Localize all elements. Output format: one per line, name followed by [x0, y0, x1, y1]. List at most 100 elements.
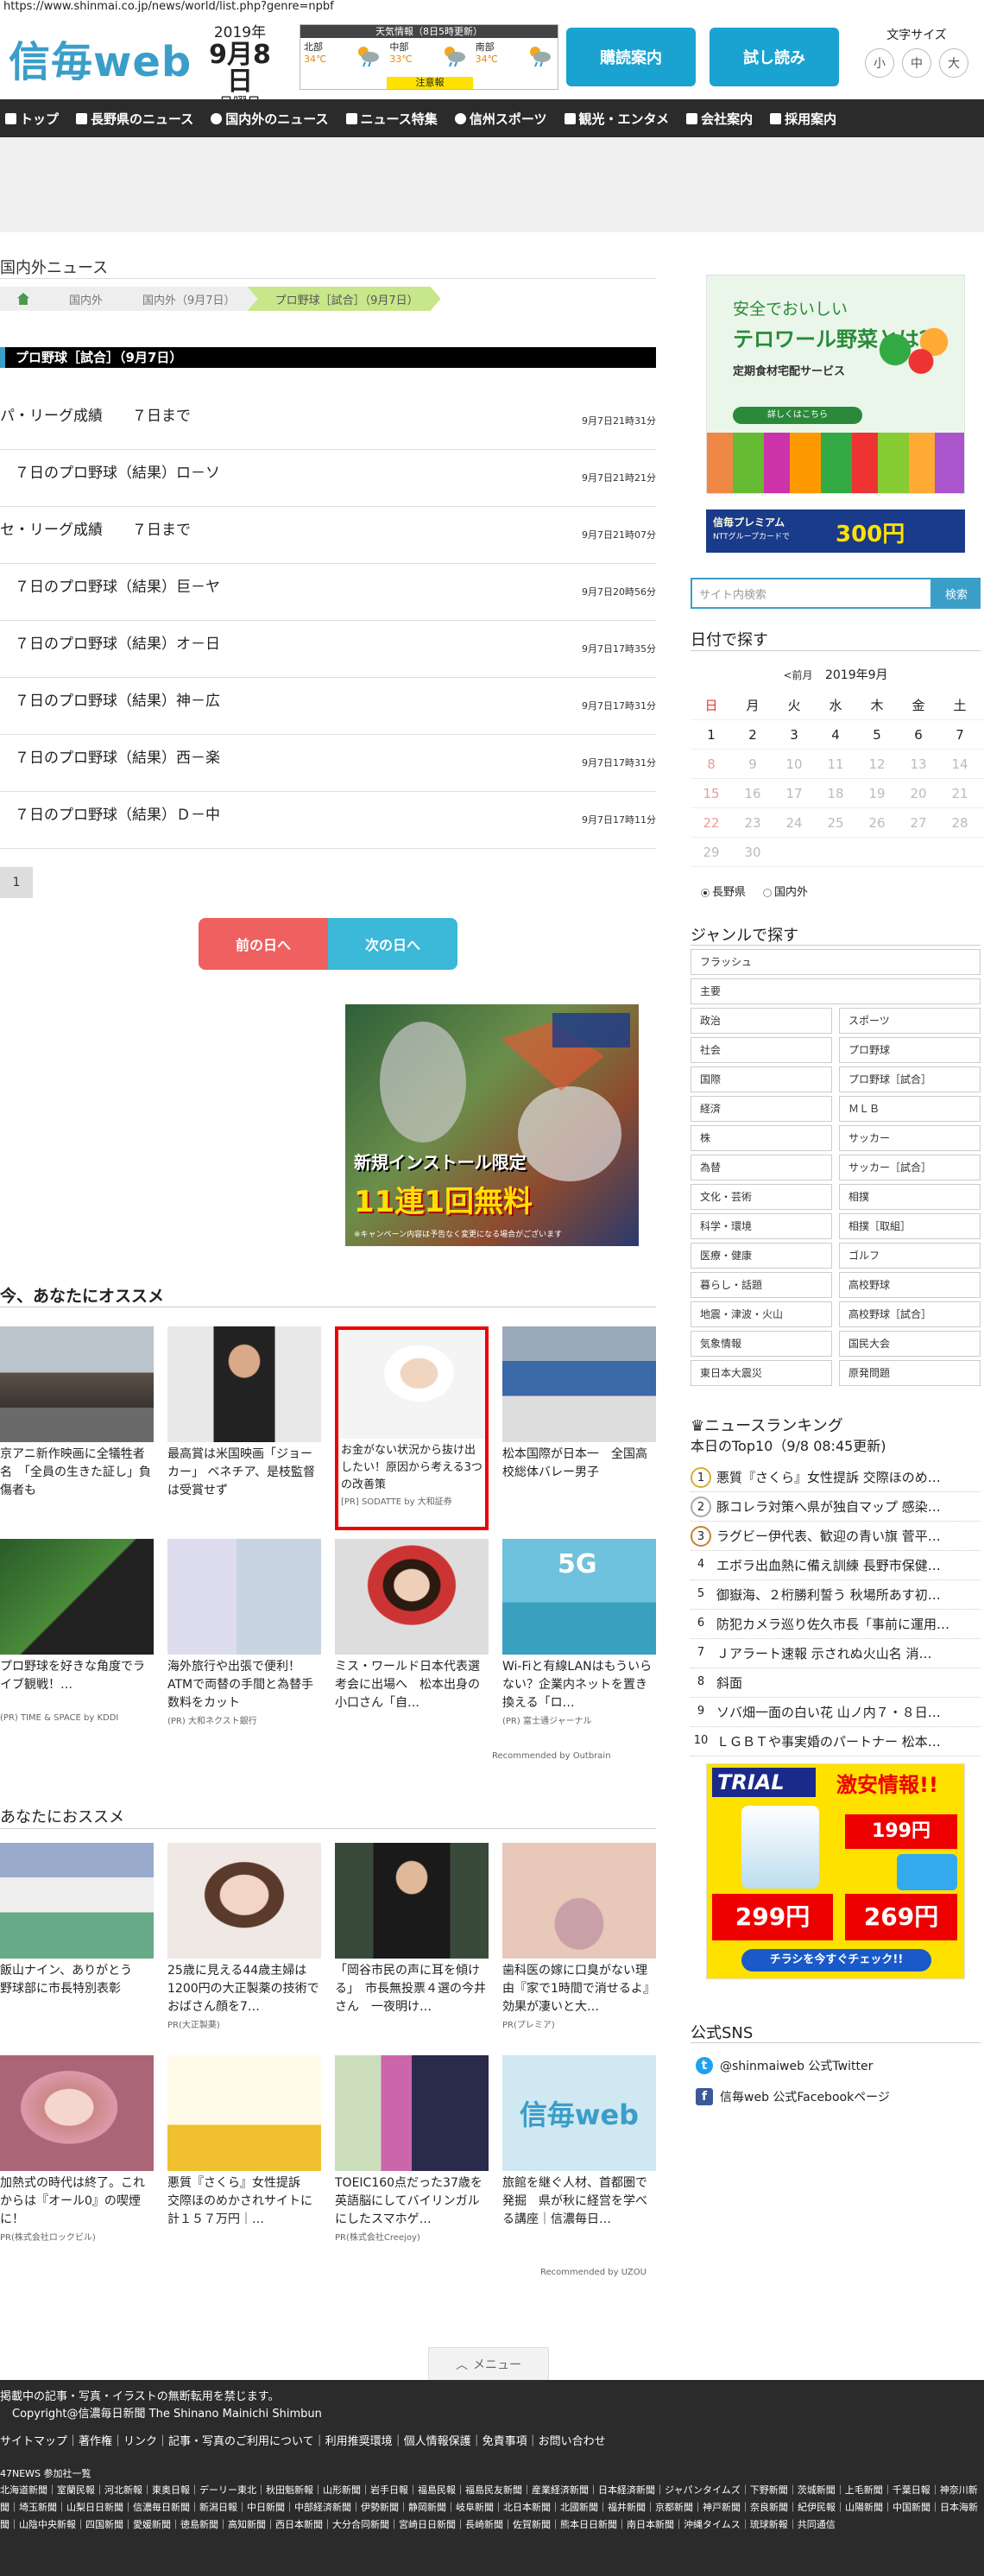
genre-item[interactable]: 社会 [691, 1037, 832, 1063]
card-title[interactable]: ミス・ワールド日本代表選考会に出場へ 松本出身の小口さん「自… [335, 1658, 489, 1713]
news-title[interactable]: ７日のプロ野球（結果）神－広 [0, 688, 220, 710]
trial-read-button[interactable]: 試し読み [710, 28, 839, 86]
ranking-text[interactable]: ソバ畑一面の白い花 山ノ内７・８日… [716, 1703, 941, 1721]
news-item[interactable]: ７日のプロ野球（結果）オ－日 9月7日17時35分 [0, 621, 656, 678]
card-title[interactable]: 加熱式の時代は終了。これからは『オール0』の喫煙に！ [0, 2174, 154, 2230]
card-title[interactable]: 悪質『さくら』女性提訴 交際ほのめかされサイトに計１５７万円｜… [167, 2174, 321, 2230]
ranking-item[interactable]: 6 防犯カメラ巡り佐久市長「事前に運用… [691, 1610, 981, 1639]
recommend-card[interactable]: 京アニ新作映画に全犠牲者名 「全員の生きた証し」負傷者も [0, 1326, 154, 1530]
ranking-item[interactable]: 4 エボラ出血熱に備え訓練 長野市保健… [691, 1551, 981, 1580]
ranking-text[interactable]: 防犯カメラ巡り佐久市長「事前に運用… [716, 1615, 949, 1633]
genre-item[interactable]: 文化・芸術 [691, 1184, 832, 1210]
card-title[interactable]: Wi-Fiと有線LANはもういらない？企業内ネットを置き換える「ロ… [502, 1658, 656, 1713]
genre-item[interactable]: 主要 [691, 978, 981, 1004]
recommend-card[interactable]: 「岡谷市民の声に耳を傾ける」 市長無投票４選の今井さん 一夜明け… [335, 1843, 489, 2047]
genre-item[interactable]: 国民大会 [839, 1331, 981, 1357]
card-title[interactable]: プロ野球を好きな角度でライブ観戦！… [0, 1658, 154, 1713]
region-radio-world[interactable]: 国内外 [763, 883, 808, 899]
ranking-text[interactable]: Ｊアラート速報 示されぬ火山名 消… [716, 1644, 932, 1662]
ranking-item[interactable]: 7 Ｊアラート速報 示されぬ火山名 消… [691, 1639, 981, 1668]
region-radio-nagano[interactable]: 長野県 [701, 883, 746, 899]
ranking-text[interactable]: 斜面 [716, 1674, 742, 1692]
ranking-item[interactable]: 9 ソバ畑一面の白い花 山ノ内７・８日… [691, 1698, 981, 1727]
ranking-item[interactable]: 5 御嶽海、２桁勝利誓う 秋場所あす初… [691, 1580, 981, 1610]
search-input[interactable]: サイト内検索 [691, 578, 932, 609]
next-day-button[interactable]: 次の日へ [328, 918, 457, 970]
card-title[interactable]: 京アニ新作映画に全犠牲者名 「全員の生きた証し」負傷者も [0, 1446, 154, 1501]
genre-item[interactable]: 経済 [691, 1096, 832, 1122]
recommend-card[interactable]: 最高賞は米国映画「ジョーカー」 ベネチア、是枝監督は受賞せず [167, 1326, 321, 1530]
calendar-day[interactable]: 7 [939, 720, 981, 749]
search-button[interactable]: 検索 [932, 578, 981, 609]
nav-item-recruit[interactable]: 採用案内 [770, 110, 836, 128]
recommend-card[interactable]: 海外旅行や出張で便利！ATMで両替の手間と為替手数料をカット (PR) 大和ネク… [167, 1539, 321, 1743]
trial-ad[interactable]: TRIAL 激安情報!! 199円 299円 269円 チラシを今すぐチェック!… [706, 1763, 965, 1979]
calendar-day[interactable]: 4 [815, 720, 856, 749]
nav-item-features[interactable]: ニュース特集 [345, 110, 438, 128]
facebook-link[interactable]: f 信毎web 公式Facebookページ [691, 2081, 981, 2112]
genre-item[interactable]: サッカー [839, 1125, 981, 1151]
genre-item[interactable]: プロ野球［試合］ [839, 1066, 981, 1092]
ranking-item[interactable]: 1 悪質『さくら』女性提訴 交際ほのめ… [691, 1463, 981, 1492]
card-title[interactable]: 「岡谷市民の声に耳を傾ける」 市長無投票４選の今井さん 一夜明け… [335, 1962, 489, 2017]
genre-item[interactable]: スポーツ [839, 1008, 981, 1034]
weather-alert-badge[interactable]: 注意報 [387, 77, 473, 89]
news-item[interactable]: パ・リーグ成績 ７日まで 9月7日21時31分 [0, 393, 656, 450]
card-title[interactable]: 25歳に見える44歳主婦は1200円の大正製薬の技術でおばさん顔を7… [167, 1962, 321, 2017]
breadcrumb-item[interactable]: 国内外（9月7日） [115, 287, 258, 311]
calendar-day[interactable]: 3 [773, 720, 815, 749]
calendar-day[interactable]: 1 [691, 720, 732, 749]
pager-page-1[interactable]: 1 [0, 867, 33, 898]
vegetable-ad[interactable]: 安全でおいしい テロワール野菜とは？ 定期食材宅配サービス 詳しくはこちら [706, 275, 965, 494]
ranking-text[interactable]: 悪質『さくら』女性提訴 交際ほのめ… [716, 1468, 941, 1486]
genre-item[interactable]: フラッシュ [691, 949, 981, 975]
calendar-day[interactable]: 5 [856, 720, 898, 749]
nav-item-top[interactable]: トップ [5, 110, 59, 128]
card-title[interactable]: 海外旅行や出張で便利！ATMで両替の手間と為替手数料をカット [167, 1658, 321, 1713]
footer-links[interactable]: サイトマップ｜著作権｜リンク｜記事・写真のご利用について｜利用推奨環境｜個人情報… [0, 2432, 606, 2448]
news-title[interactable]: ７日のプロ野球（結果）西－楽 [0, 745, 220, 767]
outbrain-credit[interactable]: Recommended by Outbrain [492, 1751, 611, 1761]
news-title[interactable]: セ・リーグ成績 ７日まで [0, 517, 191, 539]
genre-item[interactable]: 医療・健康 [691, 1243, 832, 1269]
nav-item-nagano[interactable]: 長野県のニュース [76, 110, 193, 128]
prev-day-button[interactable]: 前の日へ [199, 918, 328, 970]
news-title[interactable]: ７日のプロ野球（結果）ロ－ソ [0, 460, 220, 482]
ranking-text[interactable]: ＬＧＢＴや事実婚のパートナー 松本… [716, 1732, 941, 1750]
nav-item-company[interactable]: 会社案内 [686, 110, 753, 128]
font-size-large-button[interactable]: 大 [939, 48, 968, 78]
card-title[interactable]: お金がない状況から抜け出したい！原因から考える3つの改善策 [338, 1442, 485, 1494]
genre-item[interactable]: 国際 [691, 1066, 832, 1092]
recommend-card[interactable]: プロ野球を好きな角度でライブ観戦！… (PR) TIME & SPACE by … [0, 1539, 154, 1743]
font-size-medium-button[interactable]: 中 [902, 48, 931, 78]
ranking-text[interactable]: 豚コレラ対策へ県が独自マップ 感染… [716, 1497, 941, 1516]
news-item[interactable]: ７日のプロ野球（結果）神－広 9月7日17時31分 [0, 678, 656, 735]
twitter-link[interactable]: t @shinmaiweb 公式Twitter [691, 2050, 981, 2081]
nav-item-world[interactable]: 国内外のニュース [211, 110, 329, 128]
genre-item[interactable]: 暮らし・話題 [691, 1272, 832, 1298]
genre-item[interactable]: 為替 [691, 1155, 832, 1180]
news-title[interactable]: ７日のプロ野球（結果）Ｄ－中 [0, 802, 220, 824]
ranking-item[interactable]: 8 斜面 [691, 1668, 981, 1698]
ranking-text[interactable]: エボラ出血熱に備え訓練 長野市保健… [716, 1556, 941, 1574]
ranking-text[interactable]: 御嶽海、２桁勝利誓う 秋場所あす初… [716, 1585, 941, 1604]
genre-item[interactable]: 気象情報 [691, 1331, 832, 1357]
ad-cta-button[interactable]: 詳しくはこちら [733, 407, 862, 424]
genre-item[interactable]: 相撲［取組］ [839, 1213, 981, 1239]
card-title[interactable]: 旅館を継ぐ人材、首都圏で発掘 県が秋に経営を学べる講座｜信濃毎日… [502, 2174, 656, 2230]
breadcrumb-item[interactable]: 国内外 [41, 287, 125, 311]
recommend-card[interactable]: 25歳に見える44歳主婦は1200円の大正製薬の技術でおばさん顔を7… PR(大… [167, 1843, 321, 2047]
genre-item[interactable]: ＭＬＢ [839, 1096, 981, 1122]
weather-widget[interactable]: 天気情報（8日5時更新） 北部 34℃ 中部 33℃ 南部 34℃ 注意報 [300, 24, 558, 90]
recommend-card[interactable]: 松本国際が日本一 全国高校総体バレー男子 [502, 1326, 656, 1530]
game-ad[interactable]: 新規インストール限定 11連1回無料 ※キャンペーン内容は予告なく変更になる場合… [345, 1004, 639, 1246]
subscribe-button[interactable]: 購読案内 [566, 28, 696, 86]
genre-item[interactable]: プロ野球 [839, 1037, 981, 1063]
site-logo[interactable]: 信毎web [9, 28, 192, 88]
genre-item[interactable]: 高校野球 [839, 1272, 981, 1298]
recommend-card[interactable]: 歯科医の嫁に口臭がない理由『家で1時間で消せるよ』効果が凄いと大… PR(プレミ… [502, 1843, 656, 2047]
genre-item[interactable]: 政治 [691, 1008, 832, 1034]
news-title[interactable]: パ・リーグ成績 ７日まで [0, 403, 191, 425]
card-title[interactable]: 最高賞は米国映画「ジョーカー」 ベネチア、是枝監督は受賞せず [167, 1446, 321, 1501]
genre-item[interactable]: 株 [691, 1125, 832, 1151]
